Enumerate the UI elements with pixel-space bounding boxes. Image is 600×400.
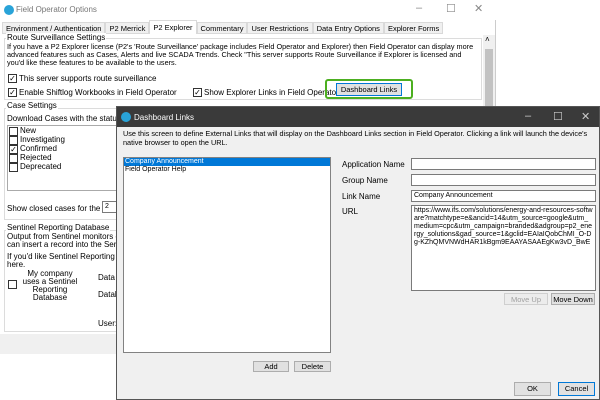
- case-group-label: Case Settings: [6, 101, 58, 110]
- link-name-input[interactable]: Company Announcement: [411, 190, 596, 202]
- show-closed-label: Show closed cases for the last: [7, 204, 116, 213]
- status-confirmed-label: Confirmed: [20, 144, 57, 153]
- status-confirmed-checkbox[interactable]: ✓: [9, 145, 18, 154]
- status-rejected-checkbox[interactable]: [9, 154, 18, 163]
- supports-route-surveillance-checkbox[interactable]: ✓: [8, 74, 17, 83]
- url-textarea[interactable]: https://www.ifs.com/solutions/energy-and…: [411, 205, 596, 291]
- status-rejected-label: Rejected: [20, 153, 52, 162]
- download-cases-label: Download Cases with the status of:: [7, 114, 132, 123]
- dashboard-links-dialog: Dashboard Links – ☐ ✕ Use this screen to…: [116, 106, 600, 400]
- tab-p2-explorer[interactable]: P2 Explorer: [149, 20, 197, 34]
- uses-sentinel-db-label: My company uses a Sentinel Reporting Dat…: [22, 269, 78, 302]
- move-down-button[interactable]: Move Down: [551, 293, 595, 305]
- close-button[interactable]: ✕: [474, 2, 483, 15]
- links-list[interactable]: Company Announcement Field Operator Help: [123, 157, 331, 353]
- status-deprecated-checkbox[interactable]: [9, 163, 18, 172]
- link-name-label: Link Name: [342, 192, 381, 201]
- move-up-button[interactable]: Move Up: [504, 293, 548, 305]
- cancel-button[interactable]: Cancel: [558, 382, 595, 396]
- dialog-close-button[interactable]: ✕: [581, 110, 590, 123]
- status-investigating-checkbox[interactable]: [9, 136, 18, 145]
- uses-sentinel-db-checkbox[interactable]: [8, 280, 17, 289]
- application-name-input[interactable]: [411, 158, 596, 170]
- dialog-app-icon: [121, 112, 131, 122]
- tab-p2-merrick[interactable]: P2 Merrick: [105, 22, 150, 34]
- window-title-bar: Field Operator Options – ☐ ✕: [0, 0, 496, 20]
- show-explorer-links-checkbox[interactable]: ✓: [193, 88, 202, 97]
- minimize-button[interactable]: –: [416, 2, 422, 14]
- route-group-label: Route Surveillance Settings: [6, 33, 107, 42]
- sentinel-group-label: Sentinel Reporting Database: [6, 223, 111, 232]
- enable-shiftlog-checkbox[interactable]: ✓: [8, 88, 17, 97]
- show-explorer-links-label: Show Explorer Links in Field Operator: [204, 88, 339, 97]
- application-name-label: Application Name: [342, 160, 405, 169]
- dashboard-links-button[interactable]: Dashboard Links: [336, 83, 402, 96]
- app-icon: [4, 5, 14, 15]
- tab-explorer-forms[interactable]: Explorer Forms: [383, 22, 444, 34]
- tab-data-entry-options[interactable]: Data Entry Options: [312, 22, 384, 34]
- link-item-company-announcement[interactable]: Company Announcement: [124, 158, 330, 166]
- dialog-minimize-button[interactable]: –: [525, 110, 531, 122]
- group-name-label: Group Name: [342, 176, 388, 185]
- tab-user-restrictions[interactable]: User Restrictions: [247, 22, 313, 34]
- delete-button[interactable]: Delete: [294, 361, 331, 372]
- enable-shiftlog-label: Enable Shiftlog Workbooks in Field Opera…: [19, 88, 177, 97]
- status-new-checkbox[interactable]: [9, 127, 18, 136]
- status-investigating-label: Investigating: [20, 135, 65, 144]
- sentinel-text-4: here.: [7, 260, 26, 269]
- add-button[interactable]: Add: [253, 361, 289, 372]
- dialog-title: Dashboard Links: [134, 113, 195, 122]
- link-item-field-operator-help[interactable]: Field Operator Help: [124, 166, 330, 174]
- dialog-title-bar: Dashboard Links – ☐ ✕: [117, 107, 599, 127]
- supports-route-surveillance-label: This server supports route surveillance: [19, 74, 157, 83]
- user-label: User:: [98, 319, 118, 328]
- route-desc-3: you'd like these features to be availabl…: [7, 58, 177, 67]
- status-new-label: New: [20, 126, 37, 135]
- tab-commentary[interactable]: Commentary: [196, 22, 248, 34]
- url-label: URL: [342, 207, 359, 216]
- ok-button[interactable]: OK: [514, 382, 551, 396]
- dialog-description: Use this screen to define External Links…: [123, 129, 588, 147]
- scroll-up-icon[interactable]: ˄: [485, 35, 490, 44]
- window-title: Field Operator Options: [16, 5, 97, 14]
- maximize-button[interactable]: ☐: [446, 2, 456, 15]
- status-deprecated-label: Deprecated: [20, 162, 62, 171]
- group-name-input[interactable]: [411, 174, 596, 186]
- dialog-maximize-button[interactable]: ☐: [553, 110, 563, 123]
